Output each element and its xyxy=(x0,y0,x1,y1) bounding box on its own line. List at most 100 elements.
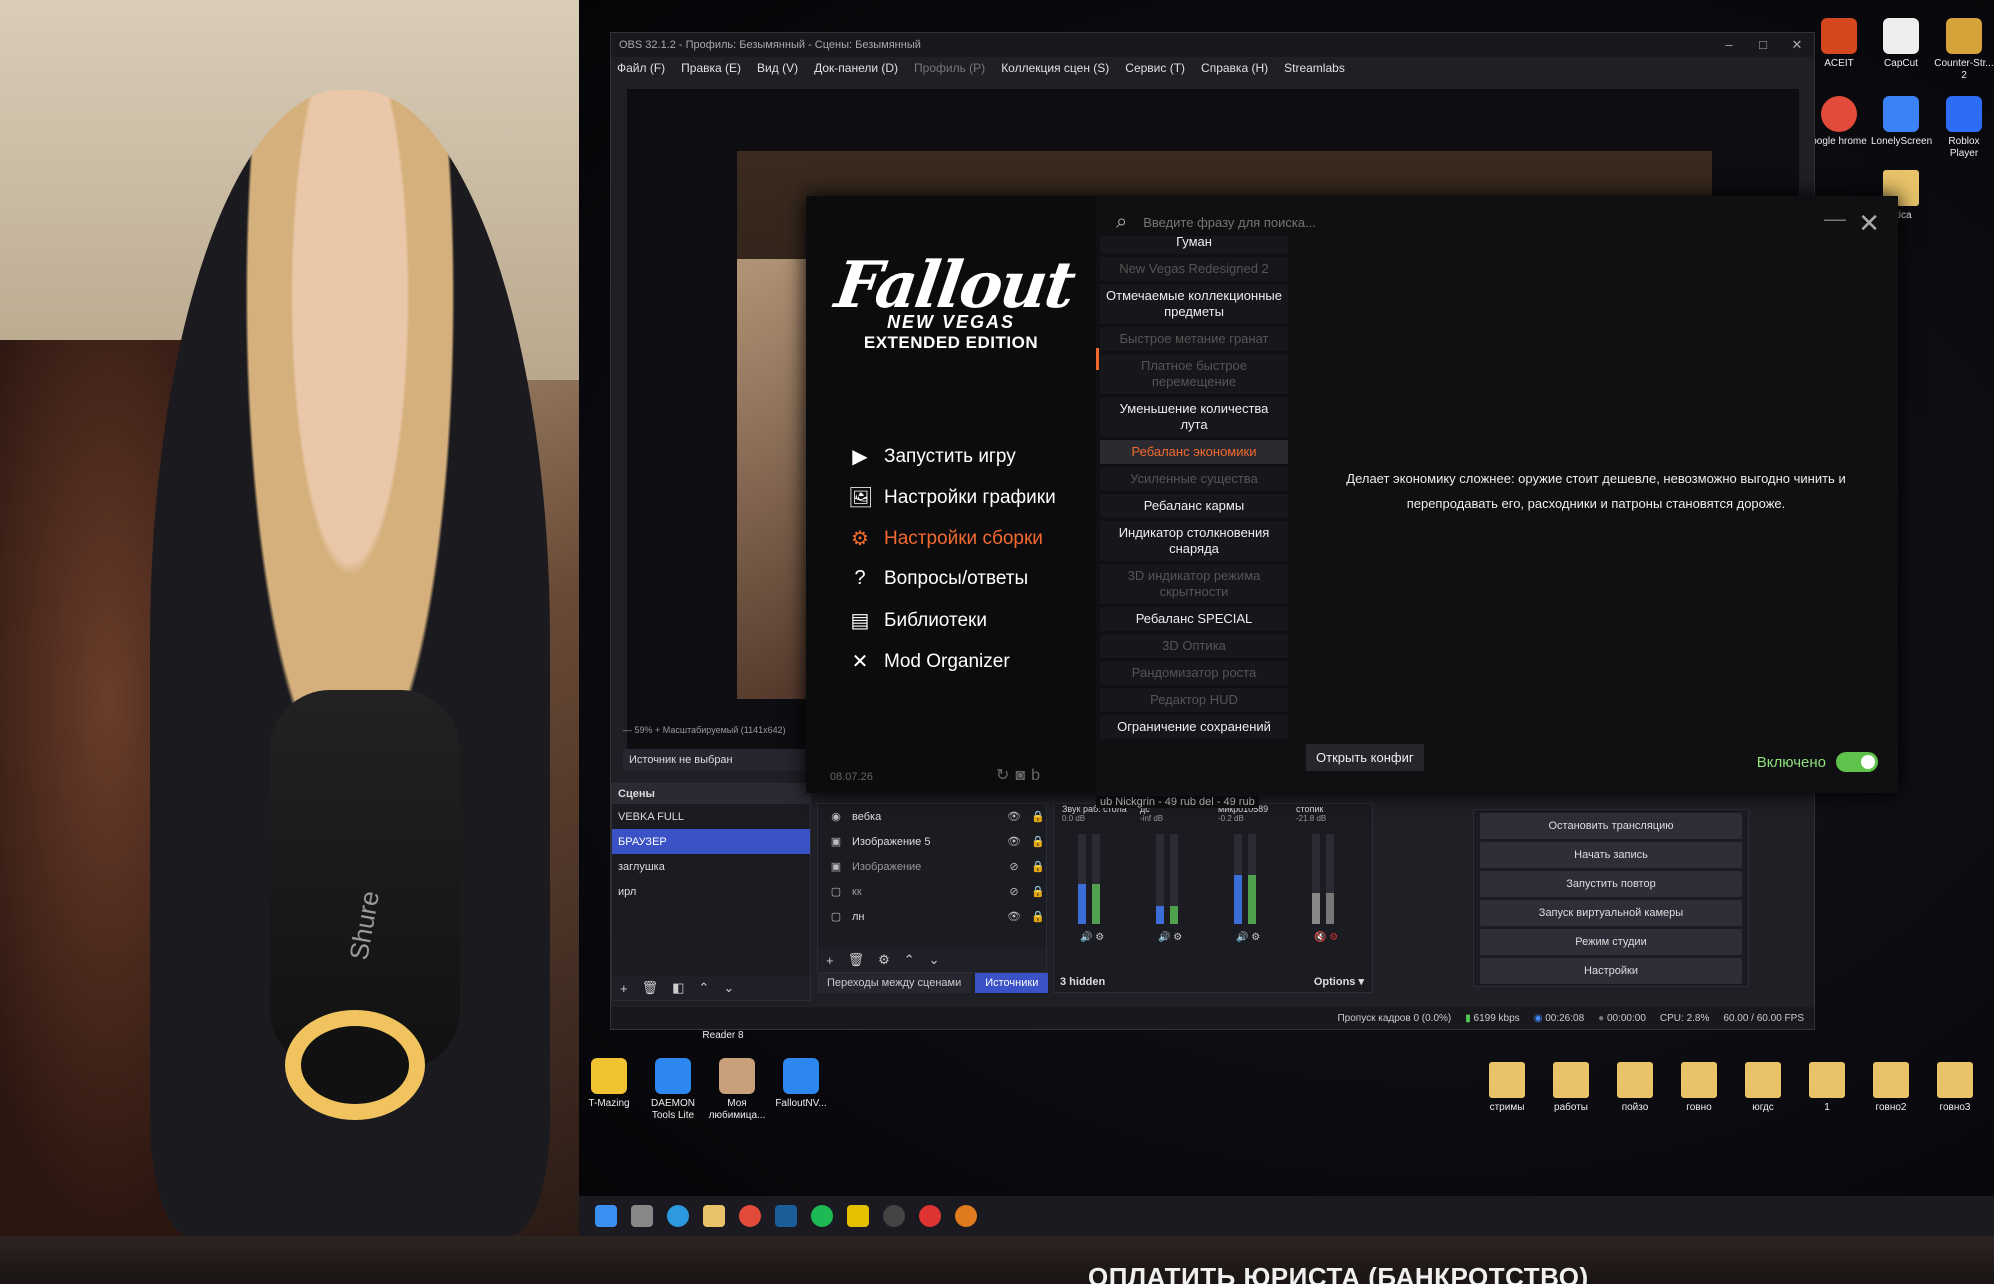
trash-icon[interactable]: 🗑 xyxy=(848,952,865,968)
minimize-icon[interactable]: – xyxy=(1712,37,1746,52)
lock-icon[interactable]: 🔒 xyxy=(1030,835,1046,848)
search-input[interactable] xyxy=(1143,214,1744,230)
close-icon[interactable]: ✕ xyxy=(1780,37,1814,53)
option-item[interactable]: Платное быстрое перемещение xyxy=(1100,354,1288,394)
down-icon[interactable]: ⌄ xyxy=(929,952,940,968)
option-item-selected[interactable]: Ребаланс экономики xyxy=(1100,440,1288,464)
menu-graphics-settings[interactable]: 🖼 Настройки графики xyxy=(848,485,1056,510)
option-item[interactable]: Быстрое метание гранат xyxy=(1100,327,1288,351)
desktop-icon-roblox[interactable]: Roblox Player xyxy=(1934,96,1994,160)
explorer-icon[interactable] xyxy=(703,1205,725,1227)
gear-icon[interactable]: ⚙ xyxy=(878,952,890,968)
eye-hidden-icon[interactable]: ⊘ xyxy=(1006,860,1022,873)
desktop-icon-favorite[interactable]: Моя любимица... xyxy=(707,1058,767,1122)
option-item[interactable]: Ребаланс SPECIAL xyxy=(1100,607,1288,631)
source-row[interactable]: ▢ лн 👁 🔒 xyxy=(818,904,1046,929)
desktop-folder-1[interactable]: 1 xyxy=(1797,1062,1857,1114)
spotify-icon[interactable] xyxy=(811,1205,833,1227)
mixer-hidden-count[interactable]: 3 hidden xyxy=(1060,976,1105,988)
desktop-folder-govno2[interactable]: говно2 xyxy=(1861,1062,1921,1114)
menu-mod-organizer[interactable]: ✕ Mod Organizer xyxy=(848,649,1010,674)
lock-icon[interactable]: 🔒 xyxy=(1030,885,1046,898)
steam-icon[interactable] xyxy=(775,1205,797,1227)
desktop-folder-yugds[interactable]: югдс xyxy=(1733,1062,1793,1114)
option-item[interactable]: Усиленные существа xyxy=(1100,467,1288,491)
speaker-icon[interactable]: 🔊 ⚙ xyxy=(1236,932,1260,943)
menu-launch-game[interactable]: ▶ Запустить игру xyxy=(848,444,1015,469)
option-item[interactable]: Уменьшение количества лута xyxy=(1100,397,1288,437)
eye-icon[interactable]: 👁 xyxy=(1006,835,1022,848)
option-item[interactable]: Редактор HUD xyxy=(1100,688,1288,712)
menu-scene-collection[interactable]: Коллекция сцен (S) xyxy=(1001,61,1109,75)
desktop-folder-govno[interactable]: говно xyxy=(1669,1062,1729,1114)
option-item[interactable]: 3D индикатор режима скрытности xyxy=(1100,564,1288,604)
stop-stream-button[interactable]: Остановить трансляцию xyxy=(1480,813,1742,839)
lock-icon[interactable]: 🔒 xyxy=(1030,810,1046,823)
menu-profile[interactable]: Профиль (P) xyxy=(914,61,985,75)
fallout-launcher-icon[interactable] xyxy=(955,1205,977,1227)
menu-view[interactable]: Вид (V) xyxy=(757,61,798,75)
menu-docks[interactable]: Док-панели (D) xyxy=(814,61,898,75)
open-config-button[interactable]: Открыть конфиг xyxy=(1306,744,1424,771)
desktop-icon-reader[interactable]: Reader 8 xyxy=(693,1030,753,1042)
option-item[interactable]: New Vegas Redesigned 2 xyxy=(1100,257,1288,281)
eye-hidden-icon[interactable]: ⊘ xyxy=(1006,885,1022,898)
minimize-icon[interactable]: — xyxy=(1824,206,1846,232)
settings-button[interactable]: Настройки xyxy=(1480,958,1742,984)
down-icon[interactable]: ⌄ xyxy=(723,980,734,996)
menu-build-settings[interactable]: ⚙ Настройки сборки xyxy=(848,526,1043,551)
desktop-icon-counter-strike[interactable]: Counter-Str... 2 xyxy=(1934,18,1994,82)
scene-item[interactable]: ирл xyxy=(612,879,810,904)
social-icons[interactable]: ↻◙b xyxy=(996,765,1046,785)
eye-icon[interactable]: 👁 xyxy=(1006,910,1022,923)
option-item[interactable]: Отмечаемые коллекционные предметы xyxy=(1100,284,1288,324)
menu-faq[interactable]: ? Вопросы/ответы xyxy=(848,567,1028,590)
lock-icon[interactable]: 🔒 xyxy=(1030,910,1046,923)
menu-edit[interactable]: Правка (E) xyxy=(681,61,741,75)
scene-item-selected[interactable]: БРАУЗЕР xyxy=(612,829,810,854)
menu-streamlabs[interactable]: Streamlabs xyxy=(1284,61,1345,75)
option-item[interactable]: 3D Оптика xyxy=(1100,634,1288,658)
menu-help[interactable]: Справка (H) xyxy=(1201,61,1268,75)
task-view-icon[interactable] xyxy=(631,1205,653,1227)
lock-icon[interactable]: 🔒 xyxy=(1030,860,1046,873)
muted-speaker-icon[interactable]: 🔇 ⚙ xyxy=(1314,932,1338,943)
close-icon[interactable]: ✕ xyxy=(1858,208,1880,239)
desktop-folder-streams[interactable]: стримы xyxy=(1477,1062,1537,1114)
scene-item[interactable]: VEBKA FULL xyxy=(612,804,810,829)
source-row[interactable]: ▣ Изображение ⊘ 🔒 xyxy=(818,854,1046,879)
up-icon[interactable]: ⌃ xyxy=(698,980,709,996)
add-icon[interactable]: + xyxy=(826,953,834,968)
desktop-folder-poizo[interactable]: пойзо xyxy=(1605,1062,1665,1114)
start-recording-button[interactable]: Начать запись xyxy=(1480,842,1742,868)
maximize-icon[interactable]: □ xyxy=(1746,37,1780,52)
filter-icon[interactable]: ◧ xyxy=(672,980,684,996)
up-icon[interactable]: ⌃ xyxy=(904,952,915,968)
start-replay-button[interactable]: Запустить повтор xyxy=(1480,871,1742,897)
menu-libraries[interactable]: ▤ Библиотеки xyxy=(848,608,987,633)
option-item[interactable]: Гуман xyxy=(1100,236,1288,254)
enabled-toggle-row[interactable]: Включено xyxy=(1757,752,1878,772)
chrome-icon[interactable] xyxy=(739,1205,761,1227)
add-icon[interactable]: + xyxy=(620,981,628,996)
eye-icon[interactable]: 👁 xyxy=(1006,810,1022,823)
start-virtual-camera-button[interactable]: Запуск виртуальной камеры xyxy=(1480,900,1742,926)
tab-sources[interactable]: Источники xyxy=(975,973,1049,993)
desktop-icon-daemon-tools[interactable]: DAEMON Tools Lite xyxy=(643,1058,703,1122)
option-item[interactable]: Ограничение сохранений xyxy=(1100,715,1288,739)
scene-item[interactable]: заглушка xyxy=(612,854,810,879)
option-item[interactable]: Ребаланс кармы xyxy=(1100,494,1288,518)
speaker-icon[interactable]: 🔊 ⚙ xyxy=(1080,932,1104,943)
mixer-options-button[interactable]: Options ▾ xyxy=(1314,975,1364,988)
edge-icon[interactable] xyxy=(667,1205,689,1227)
desktop-folder-works[interactable]: работы xyxy=(1541,1062,1601,1114)
app-icon[interactable] xyxy=(919,1205,941,1227)
menu-tools[interactable]: Сервис (T) xyxy=(1125,61,1185,75)
desktop-icon-lonelyscreen[interactable]: LonelyScreen xyxy=(1871,96,1932,148)
obs-icon[interactable] xyxy=(883,1205,905,1227)
start-icon[interactable] xyxy=(595,1205,617,1227)
desktop-icon-capcut[interactable]: CapCut xyxy=(1871,18,1931,70)
desktop-icon-tmazing[interactable]: T-Mazing xyxy=(579,1058,639,1110)
desktop-icon-aceit[interactable]: ACEIT xyxy=(1809,18,1869,70)
enabled-toggle[interactable] xyxy=(1836,752,1878,772)
